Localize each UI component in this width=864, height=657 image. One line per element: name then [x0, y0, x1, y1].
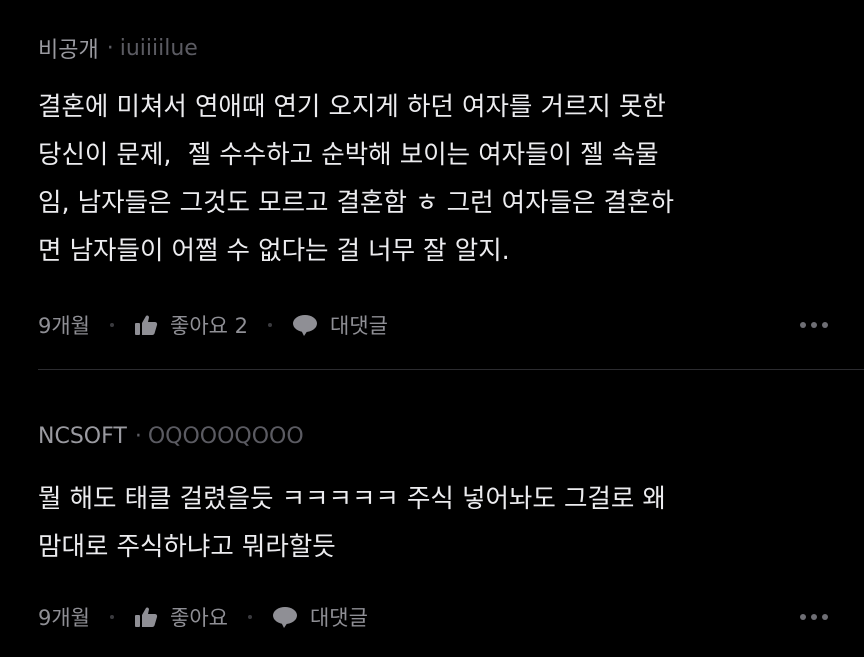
comment-handle[interactable]: iuiiiilue — [120, 36, 198, 61]
like-label: 좋아요 2 — [170, 314, 249, 338]
comment: 비공개 · iuiiiilue 결혼에 미쳐서 연애때 연기 오지게 하던 여자… — [38, 30, 828, 345]
reply-button[interactable]: 대댓글 — [292, 310, 388, 340]
like-label: 좋아요 — [170, 606, 228, 630]
comment-header: 비공개 · iuiiiilue — [38, 30, 828, 66]
thumbs-up-icon — [135, 607, 158, 627]
thumbs-up-icon — [135, 315, 158, 335]
comment-actions: 9개월 좋아요 2 대댓글 — [38, 305, 828, 345]
comment-text: 결혼에 미쳐서 연애때 연기 오지게 하던 여자를 거르지 못한 당신이 문제,… — [38, 92, 674, 266]
comment-author[interactable]: 비공개 — [38, 32, 99, 64]
comment-handle[interactable]: OQOOOQOOO — [148, 424, 304, 449]
comment: NCSOFT · OQOOOQOOO 뭘 해도 태클 걸렸을듯 ㅋㅋㅋㅋㅋ 주식… — [38, 418, 828, 637]
like-button[interactable]: 좋아요 2 — [134, 310, 248, 340]
comment-divider — [38, 369, 864, 370]
action-separator — [110, 323, 115, 327]
action-separator — [110, 615, 115, 619]
header-separator: · — [134, 423, 142, 449]
comment-time: 9개월 — [38, 606, 91, 630]
reply-label: 대댓글 — [330, 314, 388, 338]
more-dots-icon[interactable] — [800, 322, 828, 328]
comment-header: NCSOFT · OQOOOQOOO — [38, 418, 828, 454]
reply-label: 대댓글 — [309, 606, 368, 630]
comment-text: 뭘 해도 태클 걸렸을듯 ㅋㅋㅋㅋㅋ 주식 넣어놔도 그걸로 왜 맘대로 주식하… — [38, 484, 666, 562]
comment-actions: 9개월 좋아요 대댓글 — [38, 597, 828, 637]
comment-time: 9개월 — [38, 314, 91, 338]
speech-bubble-icon — [272, 607, 297, 628]
action-separator — [268, 323, 273, 327]
more-dots-icon[interactable] — [800, 614, 828, 620]
action-separator — [247, 615, 252, 619]
like-button[interactable]: 좋아요 — [134, 602, 228, 632]
comment-author[interactable]: NCSOFT — [38, 424, 127, 449]
reply-button[interactable]: 대댓글 — [272, 602, 368, 632]
header-separator: · — [106, 35, 114, 61]
speech-bubble-icon — [293, 315, 318, 336]
